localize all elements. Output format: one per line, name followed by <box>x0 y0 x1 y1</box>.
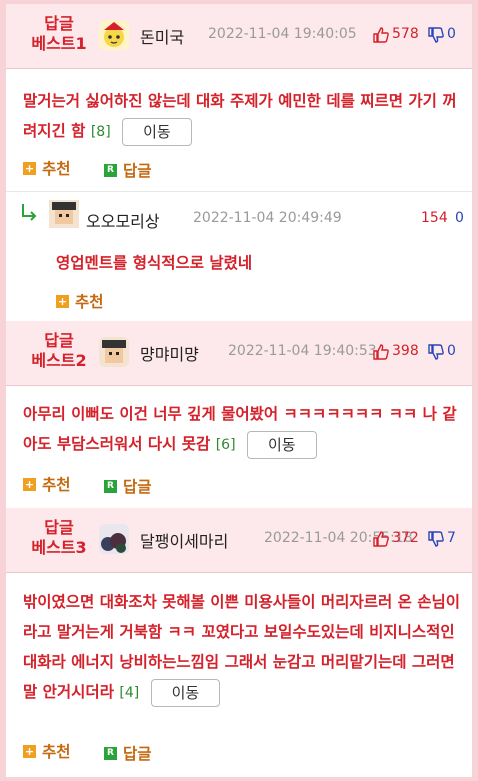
move-button[interactable]: 이동 <box>150 678 221 707</box>
timestamp: 2022-11-04 19:40:53 <box>228 343 377 359</box>
avatar-icon[interactable] <box>49 200 79 228</box>
thumbs-down-icon[interactable] <box>427 530 445 548</box>
timestamp: 2022-11-04 20:49:49 <box>193 210 342 226</box>
plus-icon: + <box>56 294 69 308</box>
thumbs-down-icon[interactable] <box>427 343 445 361</box>
plus-icon: + <box>23 477 36 491</box>
reply-button[interactable]: R 답글 <box>103 159 152 181</box>
downvote-count: 0 <box>447 343 456 359</box>
best-comment-header-3: 답글 베스트3 달팽이세마리 2022-11-04 20:55:18 372 7 <box>6 508 472 573</box>
move-button[interactable]: 이동 <box>122 117 192 146</box>
best-label-3: 답글 베스트3 <box>31 518 87 557</box>
move-button[interactable]: 이동 <box>246 430 317 459</box>
plus-icon: + <box>23 161 36 175</box>
thumbs-up-icon[interactable] <box>372 530 390 548</box>
reply-actions: + 추천 <box>56 290 132 312</box>
reply-count: [8] <box>90 124 111 140</box>
best-label-1: 답글 베스트1 <box>31 14 87 53</box>
plus-icon: + <box>23 744 36 758</box>
reply-text: 영업멘트를 형식적으로 날렸네 <box>56 254 253 272</box>
comment-body-2: 아무리 이뻐도 이건 너무 깊게 물어봤어 ㅋㅋㅋㅋㅋㅋㅋ ㅋㅋ 나 같아도 부… <box>23 399 463 460</box>
reply-icon: R <box>103 163 117 177</box>
reply-label: 답글 <box>122 745 152 763</box>
nickname[interactable]: 돈미국 <box>140 24 184 48</box>
timestamp: 2022-11-04 20:55:18 <box>264 530 413 546</box>
reply-count: [6] <box>215 437 236 453</box>
downvote-count: 0 <box>447 26 456 42</box>
comment-body-1: 말거는거 싫어하진 않는데 대화 주제가 예민한 데를 찌르면 가기 꺼려지긴 … <box>23 86 463 147</box>
reply-arrow-icon <box>22 204 37 221</box>
thumbs-up-icon[interactable] <box>372 26 390 44</box>
recommend-button[interactable]: + 추천 <box>56 290 104 312</box>
upvote-count: 398 <box>392 343 419 359</box>
comment-text: 말거는거 싫어하진 않는데 대화 주제가 예민한 데를 찌르면 가기 꺼려지긴 … <box>23 92 457 140</box>
thumbs-up-icon[interactable] <box>372 343 390 361</box>
best-label-2: 답글 베스트2 <box>31 331 87 370</box>
downvote-count: 7 <box>447 530 456 546</box>
recommend-label: 추천 <box>42 743 71 761</box>
downvote-count: 0 <box>455 210 464 226</box>
thumbs-down-icon[interactable] <box>427 26 445 44</box>
best-comment-header-2: 답글 베스트2 먕먀미먕 2022-11-04 19:40:53 398 0 <box>6 321 472 386</box>
avatar-icon[interactable] <box>99 337 129 367</box>
comment-actions-1: + 추천 R 답글 <box>23 157 179 181</box>
divider <box>6 191 472 192</box>
avatar-icon[interactable] <box>99 20 129 50</box>
upvote-count: 372 <box>392 530 419 546</box>
best-comment-header-1: 답글 베스트1 돈미국 2022-11-04 19:40:05 578 0 <box>6 4 472 69</box>
avatar-icon[interactable] <box>99 524 129 554</box>
reply-button[interactable]: R 답글 <box>103 742 152 764</box>
reply-label: 답글 <box>122 162 152 180</box>
recommend-label: 추천 <box>42 476 71 494</box>
recommend-button[interactable]: + 추천 <box>23 157 71 179</box>
comment-text: 아무리 이뻐도 이건 너무 깊게 물어봤어 ㅋㅋㅋㅋㅋㅋㅋ ㅋㅋ 나 같아도 부… <box>23 405 457 453</box>
reply-icon: R <box>103 479 117 493</box>
reply-button[interactable]: R 답글 <box>103 475 152 497</box>
upvote-count: 154 <box>421 210 448 226</box>
timestamp: 2022-11-04 19:40:05 <box>208 26 357 42</box>
recommend-button[interactable]: + 추천 <box>23 473 71 495</box>
nickname[interactable]: 먕먀미먕 <box>140 341 199 365</box>
nickname[interactable]: 달팽이세마리 <box>140 528 228 552</box>
comment-actions-2: + 추천 R 답글 <box>23 473 179 497</box>
recommend-label: 추천 <box>42 160 71 178</box>
nickname[interactable]: 오오모리상 <box>86 208 160 232</box>
reply-icon: R <box>103 746 117 760</box>
reply-label: 답글 <box>122 478 152 496</box>
comment-text: 밖이였으면 대화조차 못해볼 이쁜 미용사들이 머리자르러 온 손님이라고 말거… <box>23 593 461 701</box>
recommend-label: 추천 <box>75 293 104 311</box>
comment-actions-3: + 추천 R 답글 <box>23 740 179 764</box>
upvote-count: 578 <box>392 26 419 42</box>
recommend-button[interactable]: + 추천 <box>23 740 71 762</box>
comment-body-3: 밖이였으면 대화조차 못해볼 이쁜 미용사들이 머리자르러 온 손님이라고 말거… <box>23 587 463 708</box>
comment-list: 답글 베스트1 돈미국 2022-11-04 19:40:05 578 0 말거… <box>6 4 472 777</box>
reply-count: [4] <box>119 685 140 701</box>
